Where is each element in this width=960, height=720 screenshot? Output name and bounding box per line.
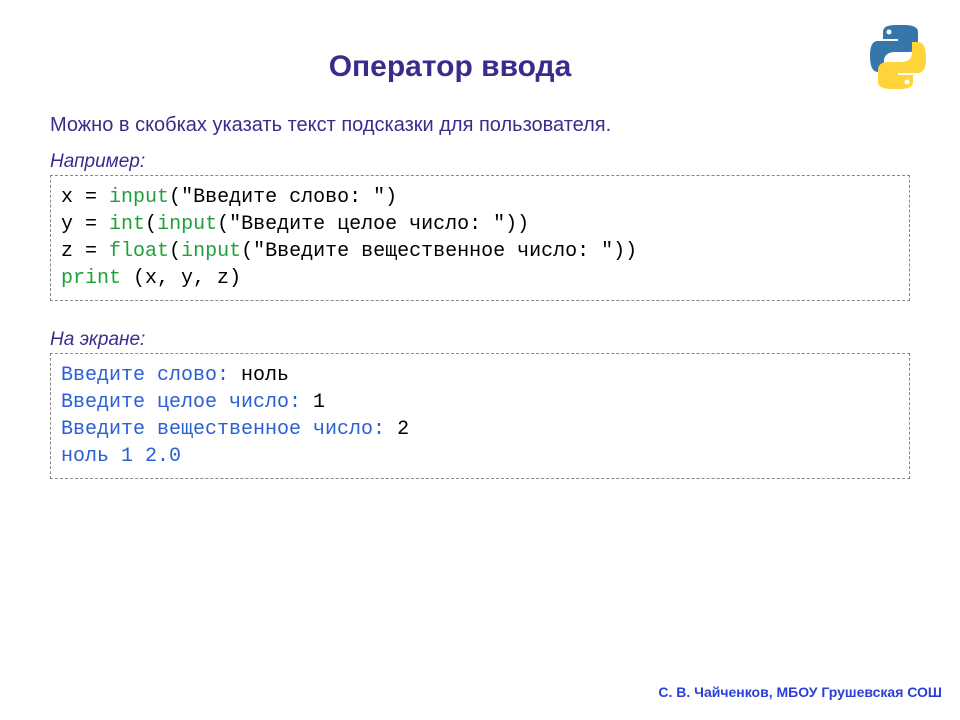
content-area: Можно в скобках указать текст подсказки … [0,114,960,479]
output-label: На экране: [50,329,910,351]
intro-text: Можно в скобках указать текст подсказки … [50,114,910,137]
page-title: Оператор ввода [0,0,960,114]
code-box: x = input("Введите слово: ") y = int(inp… [50,175,910,301]
output-line: Введите слово: ноль [61,362,899,389]
example-label: Например: [50,151,910,173]
code-line: print (x, y, z) [61,265,899,292]
footer-credit: С. В. Чайченков, МБОУ Грушевская СОШ [658,684,942,700]
output-line: ноль 1 2.0 [61,443,899,470]
code-line: x = input("Введите слово: ") [61,184,899,211]
output-line: Введите целое число: 1 [61,389,899,416]
code-line: z = float(input("Введите вещественное чи… [61,238,899,265]
code-line: y = int(input("Введите целое число: ")) [61,211,899,238]
output-box: Введите слово: ноль Введите целое число:… [50,353,910,479]
python-logo-icon [866,22,930,92]
output-line: Введите вещественное число: 2 [61,416,899,443]
